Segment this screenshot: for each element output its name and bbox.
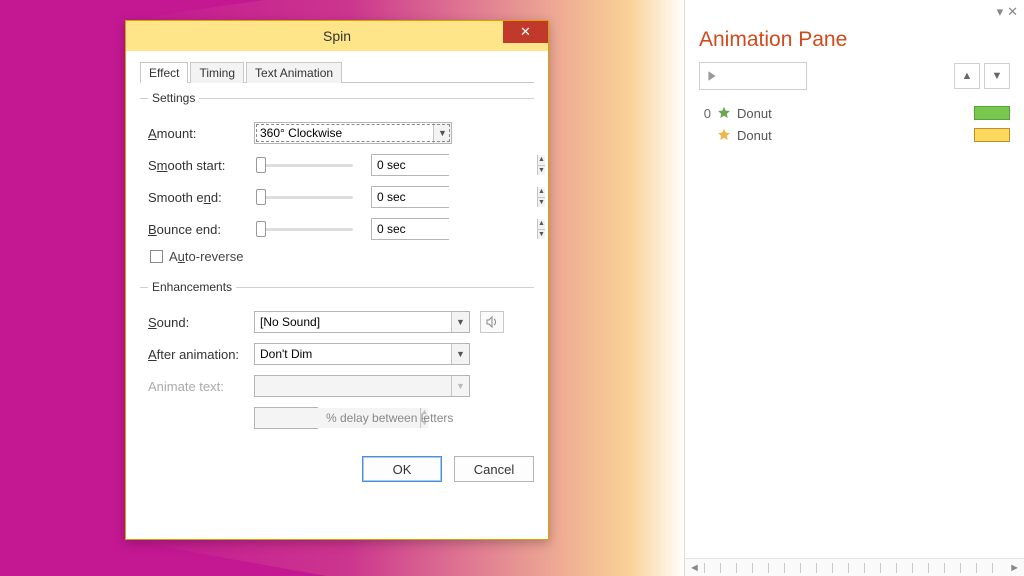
bounce-end-slider[interactable] — [254, 220, 359, 238]
spin-down-icon[interactable]: ▼ — [538, 197, 545, 208]
animate-text-combo: ▼ — [254, 375, 470, 397]
slider-thumb[interactable] — [256, 221, 266, 237]
spin-up-icon[interactable]: ▲ — [538, 155, 545, 165]
delay-percent-value: ▲▼ — [254, 407, 318, 429]
tab-timing[interactable]: Timing — [190, 62, 244, 83]
animation-name: Donut — [737, 106, 772, 121]
timing-bar[interactable] — [974, 128, 1010, 142]
animation-list: 0 Donut Donut — [685, 100, 1024, 148]
after-combo[interactable]: ▼ — [254, 343, 470, 365]
spin-up-icon[interactable]: ▲ — [538, 219, 545, 229]
timing-bar[interactable] — [974, 106, 1010, 120]
smooth-end-value[interactable]: ▲▼ — [371, 186, 449, 208]
animation-item[interactable]: Donut — [699, 124, 1010, 146]
spinner[interactable]: ▲▼ — [537, 155, 545, 175]
dialog-titlebar[interactable]: Spin ✕ — [126, 21, 548, 51]
dialog-close-button[interactable]: ✕ — [503, 21, 548, 43]
spin-effect-dialog: Spin ✕ Effect Timing Text Animation Sett… — [125, 20, 549, 540]
smooth-start-slider[interactable] — [254, 156, 359, 174]
pane-close-icon[interactable]: ✕ — [1007, 4, 1018, 20]
cancel-button[interactable]: Cancel — [454, 456, 534, 482]
chevron-down-icon[interactable]: ▼ — [451, 344, 469, 364]
chevron-down-icon: ▼ — [992, 70, 1003, 82]
checkbox-box[interactable] — [150, 250, 163, 263]
spin-up-icon[interactable]: ▲ — [538, 187, 545, 197]
dialog-footer: OK Cancel — [140, 456, 534, 482]
spin-down-icon[interactable]: ▼ — [538, 229, 545, 240]
speaker-icon — [486, 316, 499, 328]
animate-text-label: Animate text: — [148, 379, 254, 394]
after-animation-label: After animation: — [148, 347, 254, 362]
animation-name: Donut — [737, 128, 772, 143]
spin-down-icon[interactable]: ▼ — [538, 165, 545, 176]
spinner[interactable]: ▲▼ — [537, 187, 545, 207]
sound-combo[interactable]: ▼ — [254, 311, 470, 333]
dialog-tabs: Effect Timing Text Animation — [140, 61, 534, 83]
sound-label: Sound: — [148, 315, 254, 330]
enhancements-group: Enhancements Sound: ▼ After animation: — [140, 280, 534, 442]
settings-group: Settings Amount: ▼ Smooth start: — [140, 91, 534, 270]
pane-menu-icon[interactable]: ▾ — [997, 4, 1004, 20]
slider-thumb[interactable] — [256, 157, 266, 173]
auto-reverse-label: Auto-reverse — [169, 249, 243, 264]
settings-legend: Settings — [148, 91, 199, 105]
chevron-up-icon: ▲ — [962, 70, 973, 82]
smooth-start-label: Smooth start: — [148, 158, 254, 173]
dialog-title: Spin — [323, 28, 351, 44]
amount-label: Amount: — [148, 126, 254, 141]
delay-hint: % delay between letters — [326, 411, 453, 425]
ok-button[interactable]: OK — [362, 456, 442, 482]
chevron-right-icon[interactable]: ► — [1009, 562, 1020, 574]
star-icon — [717, 106, 731, 120]
play-icon — [706, 70, 718, 82]
star-icon — [717, 128, 731, 142]
amount-input[interactable] — [255, 123, 433, 143]
chevron-down-icon: ▼ — [451, 376, 469, 396]
auto-reverse-checkbox[interactable]: Auto-reverse — [150, 249, 530, 264]
chevron-down-icon[interactable]: ▼ — [433, 123, 451, 143]
animation-index: 0 — [699, 106, 711, 121]
bounce-end-label: Bounce end: — [148, 222, 254, 237]
play-button[interactable] — [699, 62, 807, 90]
ruler-ticks — [704, 563, 1005, 573]
close-icon: ✕ — [520, 24, 531, 40]
timeline-ruler[interactable]: ◄ ► — [685, 558, 1024, 576]
enhancements-legend: Enhancements — [148, 280, 236, 294]
smooth-end-label: Smooth end: — [148, 190, 254, 205]
chevron-down-icon[interactable]: ▼ — [451, 312, 469, 332]
sound-preview-button[interactable] — [480, 311, 504, 333]
move-up-button[interactable]: ▲ — [954, 63, 980, 89]
spinner[interactable]: ▲▼ — [537, 219, 545, 239]
amount-combo[interactable]: ▼ — [254, 122, 452, 144]
pane-title: Animation Pane — [685, 0, 1024, 62]
tab-effect[interactable]: Effect — [140, 62, 188, 83]
smooth-end-slider[interactable] — [254, 188, 359, 206]
chevron-left-icon[interactable]: ◄ — [689, 562, 700, 574]
tab-text-animation[interactable]: Text Animation — [246, 62, 342, 83]
move-down-button[interactable]: ▼ — [984, 63, 1010, 89]
smooth-start-value[interactable]: ▲▼ — [371, 154, 449, 176]
animation-pane: ▾ ✕ Animation Pane ▲ ▼ 0 Donut Donut ◄ ► — [684, 0, 1024, 576]
slider-thumb[interactable] — [256, 189, 266, 205]
animation-item[interactable]: 0 Donut — [699, 102, 1010, 124]
bounce-end-value[interactable]: ▲▼ — [371, 218, 449, 240]
